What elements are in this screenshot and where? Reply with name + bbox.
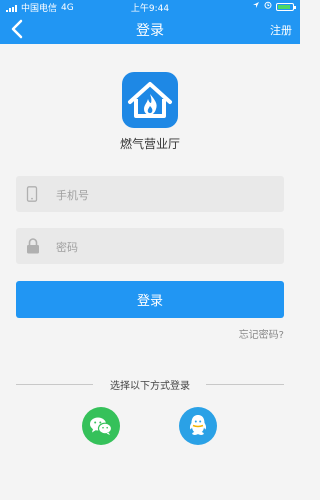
phone-field [16, 176, 284, 214]
password-field [16, 228, 284, 266]
lock-icon [26, 238, 40, 258]
app-logo [122, 72, 178, 128]
qq-login-button[interactable] [179, 407, 217, 445]
nav-bar: 登录 注册 [0, 14, 300, 44]
gas-house-icon [128, 82, 172, 118]
location-icon [252, 1, 260, 12]
forgot-password-link[interactable]: 忘记密码? [239, 326, 284, 341]
wechat-icon [90, 417, 113, 435]
page-title: 登录 [136, 23, 164, 39]
battery-icon [276, 2, 296, 11]
status-bar: 中国电信 4G 上午9:44 [0, 0, 300, 14]
app-name: 燃气营业厅 [119, 137, 180, 151]
qq-icon [189, 415, 207, 435]
wechat-login-button[interactable] [82, 407, 120, 445]
phone-icon [26, 186, 38, 206]
alarm-icon [264, 1, 272, 12]
register-link[interactable]: 注册 [270, 22, 292, 38]
divider-right [206, 384, 284, 385]
status-right [252, 1, 296, 12]
password-input[interactable] [54, 228, 278, 266]
phone-input[interactable] [54, 176, 278, 214]
login-button[interactable]: 登录 [16, 281, 284, 318]
